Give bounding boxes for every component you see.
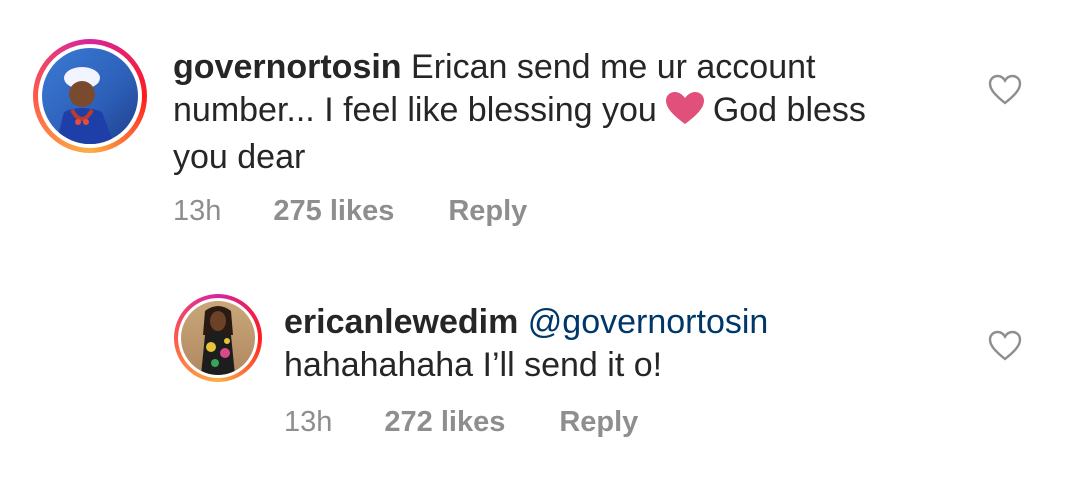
avatar-image <box>181 301 255 375</box>
comment-item: governortosin Erican send me ur account … <box>0 0 1080 250</box>
comment-text-part: you dear <box>173 138 306 176</box>
heart-emoji-icon <box>665 91 705 136</box>
comment-likes-count[interactable]: 275 likes <box>273 195 394 228</box>
avatar[interactable] <box>33 39 147 153</box>
reply-button[interactable]: Reply <box>559 406 638 439</box>
comment-time: 13h <box>173 194 222 227</box>
comment-text: governortosin Erican send me ur account … <box>173 46 963 179</box>
comment-time: 13h <box>284 405 333 438</box>
reply-button[interactable]: Reply <box>448 195 527 228</box>
reply-comment-item: ericanlewedim @governortosin hahahahaha … <box>0 250 1080 496</box>
avatar-figure <box>56 67 114 144</box>
avatar-figure <box>201 306 235 375</box>
like-button[interactable] <box>988 330 1022 362</box>
comment-text-part: God bless <box>712 91 866 129</box>
avatar-image <box>42 48 138 144</box>
comment-text-part: Erican send me ur account <box>411 48 816 86</box>
like-button[interactable] <box>988 74 1022 106</box>
comment-username[interactable]: governortosin <box>173 48 402 86</box>
heart-outline-icon <box>988 74 1022 105</box>
comment-text: ericanlewedim @governortosin hahahahaha … <box>284 301 964 387</box>
comment-text-part: hahahahaha I’ll send it o! <box>284 346 663 384</box>
comment-likes-count[interactable]: 272 likes <box>384 406 505 439</box>
comment-username[interactable]: ericanlewedim <box>284 303 518 341</box>
heart-outline-icon <box>988 330 1022 361</box>
avatar[interactable] <box>174 294 262 382</box>
comment-meta: 13h 272 likes Reply <box>284 404 638 440</box>
mention-link[interactable]: @governortosin <box>528 303 769 341</box>
comment-meta: 13h 275 likes Reply <box>173 193 527 229</box>
comment-text-part: number... I feel like blessing you <box>173 91 657 129</box>
